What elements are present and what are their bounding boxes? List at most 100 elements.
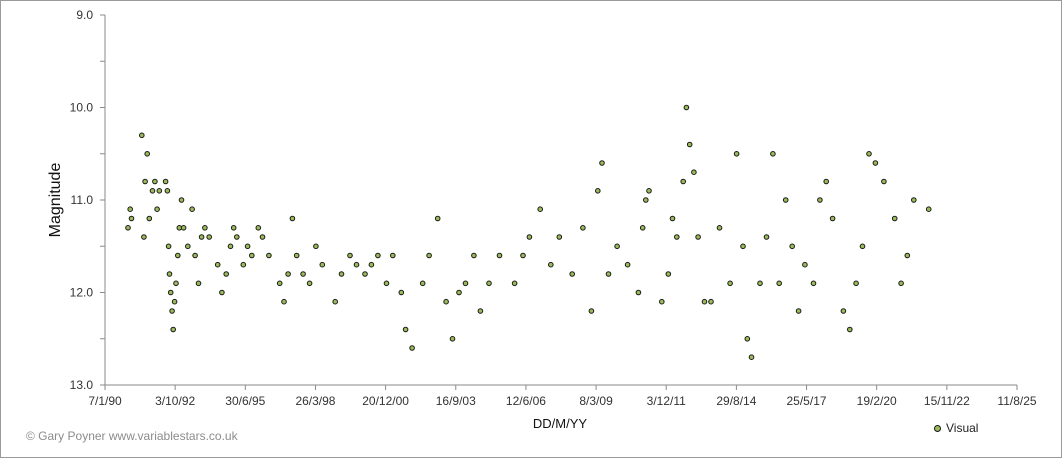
data-point	[744, 336, 751, 342]
data-point	[353, 261, 360, 268]
data-point	[840, 308, 847, 314]
x-tick-label: 30/6/95	[225, 394, 265, 408]
y-tick-label: 9.0	[76, 8, 93, 22]
tick-labels: 9.0 10.0 11.0 12.0 13.0 7/1/90 3/10/92 30/6/95 2…	[70, 8, 1037, 408]
data-point	[152, 178, 158, 185]
data-point	[338, 271, 345, 277]
data-point	[782, 197, 789, 203]
data-point	[776, 280, 783, 287]
data-point	[665, 271, 672, 277]
legend-label: Visual	[946, 421, 979, 435]
data-point	[580, 225, 586, 231]
data-point	[520, 252, 526, 259]
data-point	[167, 289, 174, 296]
data-point	[206, 234, 212, 240]
data-point	[390, 252, 396, 259]
data-point	[127, 206, 133, 212]
data-point	[244, 243, 251, 250]
data-point	[347, 252, 353, 259]
data-point	[255, 225, 262, 231]
data-point	[162, 178, 169, 185]
data-point	[683, 104, 690, 111]
data-point	[319, 261, 326, 268]
data-point	[192, 252, 198, 259]
x-tick-label: 8/3/09	[579, 394, 613, 408]
data-point	[829, 215, 836, 222]
data-point	[165, 243, 172, 250]
data-point	[154, 206, 160, 212]
data-point	[293, 252, 300, 259]
x-tick-label: 25/5/17	[787, 394, 827, 408]
data-point	[180, 225, 187, 231]
data-point	[599, 160, 605, 166]
data-point	[757, 280, 763, 287]
data-point	[175, 252, 181, 259]
data-point	[817, 197, 823, 203]
data-point	[166, 271, 173, 277]
data-point	[716, 225, 723, 231]
data-point	[249, 252, 255, 259]
x-tick-label: 11/8/25	[997, 394, 1036, 408]
data-point	[680, 178, 687, 185]
data-point	[173, 280, 179, 287]
data-point	[486, 280, 492, 287]
x-tick-label: 15/11/22	[924, 394, 970, 408]
data-point	[802, 261, 808, 268]
x-axis-title: DD/M/YY	[533, 416, 588, 431]
data-point	[125, 225, 131, 231]
data-point	[449, 336, 456, 342]
y-tick-label: 13.0	[70, 378, 94, 392]
x-tick-label: 16/9/03	[436, 394, 476, 408]
data-point	[185, 243, 191, 250]
data-point	[375, 252, 381, 259]
data-point	[362, 271, 368, 277]
data-point	[227, 243, 234, 250]
x-tick-label: 7/1/90	[88, 394, 122, 408]
data-point	[332, 298, 339, 305]
copyright-credit: © Gary Poyner www.variablestars.co.uk	[26, 429, 238, 443]
data-point	[164, 188, 171, 194]
data-point	[727, 280, 733, 287]
data-point	[624, 261, 631, 268]
data-point	[686, 141, 693, 148]
data-point	[748, 354, 755, 361]
data-point	[511, 280, 518, 287]
data-point	[605, 271, 612, 277]
data-point	[471, 252, 477, 259]
data-point	[419, 280, 426, 287]
data-point	[141, 234, 147, 240]
data-point	[240, 261, 247, 268]
x-tick-label: 20/12/00	[362, 394, 409, 408]
data-point	[847, 326, 853, 333]
data-point	[195, 280, 202, 287]
data-point	[569, 271, 576, 277]
data-point	[795, 308, 802, 314]
data-point	[202, 225, 208, 231]
data-point	[635, 289, 642, 296]
data-point	[462, 280, 469, 287]
data-point	[443, 298, 449, 305]
x-tick-label: 12/6/06	[506, 394, 546, 408]
data-point	[230, 225, 237, 231]
data-point	[170, 326, 176, 333]
data-point	[234, 234, 240, 240]
data-point	[223, 271, 229, 277]
data-point	[643, 197, 649, 203]
data-point	[548, 261, 554, 268]
data-point	[537, 206, 544, 212]
data-point	[178, 197, 185, 203]
data-point	[911, 197, 917, 203]
data-point	[128, 215, 135, 222]
data-point	[588, 308, 595, 314]
data-point	[695, 234, 701, 240]
data-point	[189, 206, 195, 212]
data-point	[763, 234, 770, 240]
x-tick-label: 19/2/20	[857, 394, 897, 408]
x-tick-label: 26/3/98	[295, 394, 335, 408]
chart-plot: 9.0 10.0 11.0 12.0 13.0 7/1/90 3/10/92 30/6/95 2…	[47, 8, 1037, 431]
data-point	[733, 151, 740, 157]
data-point	[214, 261, 221, 268]
data-point	[708, 298, 714, 305]
data-point	[434, 215, 441, 222]
data-point	[526, 234, 533, 240]
